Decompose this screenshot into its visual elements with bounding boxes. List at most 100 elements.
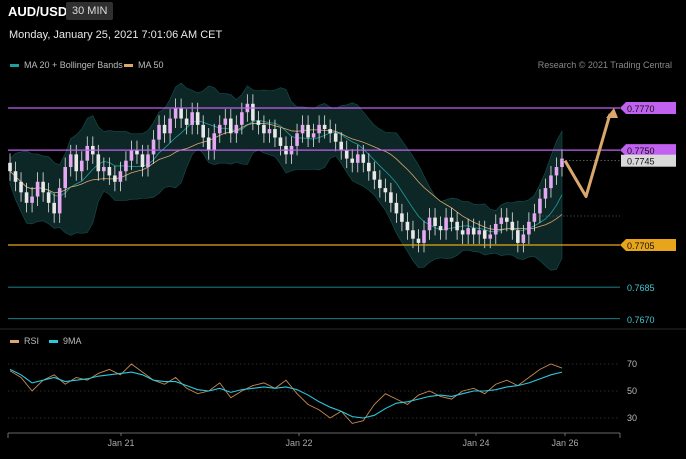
candle-body	[168, 118, 172, 134]
candle-body	[179, 108, 183, 119]
candle-body	[427, 217, 432, 231]
candle-body	[140, 154, 145, 168]
candle-body	[400, 213, 404, 222]
candle-body	[449, 217, 454, 222]
candle-body	[317, 124, 321, 134]
candle-body	[411, 230, 415, 239]
candle-body	[217, 124, 222, 134]
candle-body	[13, 171, 18, 182]
candle-body	[267, 129, 272, 134]
candle-body	[488, 234, 493, 239]
last-price-label: 0.7745	[627, 157, 655, 167]
candle-body	[74, 154, 79, 172]
candle-body	[240, 112, 244, 125]
candle-body	[361, 154, 366, 163]
candle-body	[499, 217, 504, 224]
candle-body	[389, 192, 393, 203]
candle-body	[63, 167, 67, 189]
candle-body	[455, 221, 459, 231]
candle-body	[532, 213, 537, 222]
candle-body	[554, 167, 559, 176]
support-label: 0.7670	[627, 315, 655, 325]
candle-body	[405, 221, 410, 231]
candle-body	[146, 154, 150, 168]
candle-body	[394, 202, 399, 214]
candle-body	[85, 145, 90, 161]
candle-body	[184, 118, 189, 125]
candle-body	[30, 196, 34, 203]
candle-body	[273, 129, 277, 138]
candle-body	[162, 124, 167, 134]
candle-body	[195, 112, 200, 125]
candle-body	[378, 179, 382, 189]
candle-body	[471, 228, 476, 235]
candle-body	[113, 175, 117, 182]
candle-body	[212, 133, 217, 151]
candle-body	[516, 230, 520, 243]
candle-body	[262, 124, 266, 134]
candle-body	[311, 133, 316, 138]
candle-body	[560, 158, 564, 168]
rsi-line	[9, 363, 563, 424]
candle-body	[118, 171, 123, 182]
candle-body	[223, 118, 228, 125]
candle-body	[107, 167, 112, 176]
x-tick-label: Jan 21	[107, 438, 134, 448]
candle-body	[549, 175, 553, 189]
candle-body	[460, 230, 465, 235]
candle-body	[367, 162, 371, 172]
candle-body	[466, 228, 470, 235]
price-chart[interactable]: 0.7770 0.77500.7745 0.7705 0.7685 0.7670 70 50…	[0, 0, 686, 459]
candle-body	[206, 137, 211, 151]
candle-body	[41, 181, 45, 193]
candle-body	[256, 120, 261, 125]
candle-body	[350, 158, 355, 163]
candle-body	[306, 124, 310, 138]
resistance-label: 0.7750	[627, 146, 655, 156]
candle-body	[19, 181, 23, 193]
candle-body	[173, 108, 178, 119]
candle-body	[482, 230, 487, 239]
x-tick-label: Jan 22	[285, 438, 312, 448]
candle-body	[68, 154, 73, 168]
candle-body	[57, 188, 62, 214]
candle-body	[355, 154, 360, 163]
candle-body	[135, 150, 139, 155]
candle-body	[300, 124, 305, 134]
candle-body	[251, 103, 255, 121]
candle-body	[295, 133, 299, 146]
candle-body	[35, 181, 40, 197]
candle-body	[505, 217, 509, 222]
candle-body	[190, 112, 194, 125]
candle-body	[8, 162, 12, 172]
candle-body	[527, 221, 531, 235]
candle-body	[344, 150, 349, 159]
candle-body	[278, 137, 283, 146]
candle-body	[124, 160, 128, 172]
candle-body	[52, 202, 56, 214]
candle-body	[383, 188, 388, 193]
rsi-level-label: 70	[627, 359, 637, 369]
candle-body	[129, 150, 134, 161]
candle-body	[416, 238, 421, 243]
candle-body	[433, 217, 437, 227]
candle-body	[543, 188, 548, 199]
pivot-label: 0.7705	[627, 241, 655, 251]
candle-body	[333, 133, 338, 142]
candle-body	[422, 230, 426, 243]
projection-arrowhead	[606, 108, 618, 118]
candle-body	[438, 226, 443, 231]
candle-body	[102, 167, 106, 172]
candle-body	[477, 230, 481, 235]
candle-body	[372, 171, 377, 180]
candle-body	[234, 124, 239, 134]
resistance-label: 0.7770	[627, 104, 655, 114]
candle-body	[510, 221, 515, 231]
projection-path	[563, 113, 612, 199]
candle-body	[328, 129, 332, 134]
candle-body	[444, 217, 448, 231]
x-tick-label: Jan 26	[551, 438, 578, 448]
candle-body	[46, 192, 51, 203]
candle-body	[24, 192, 29, 203]
candle-body	[538, 198, 542, 214]
